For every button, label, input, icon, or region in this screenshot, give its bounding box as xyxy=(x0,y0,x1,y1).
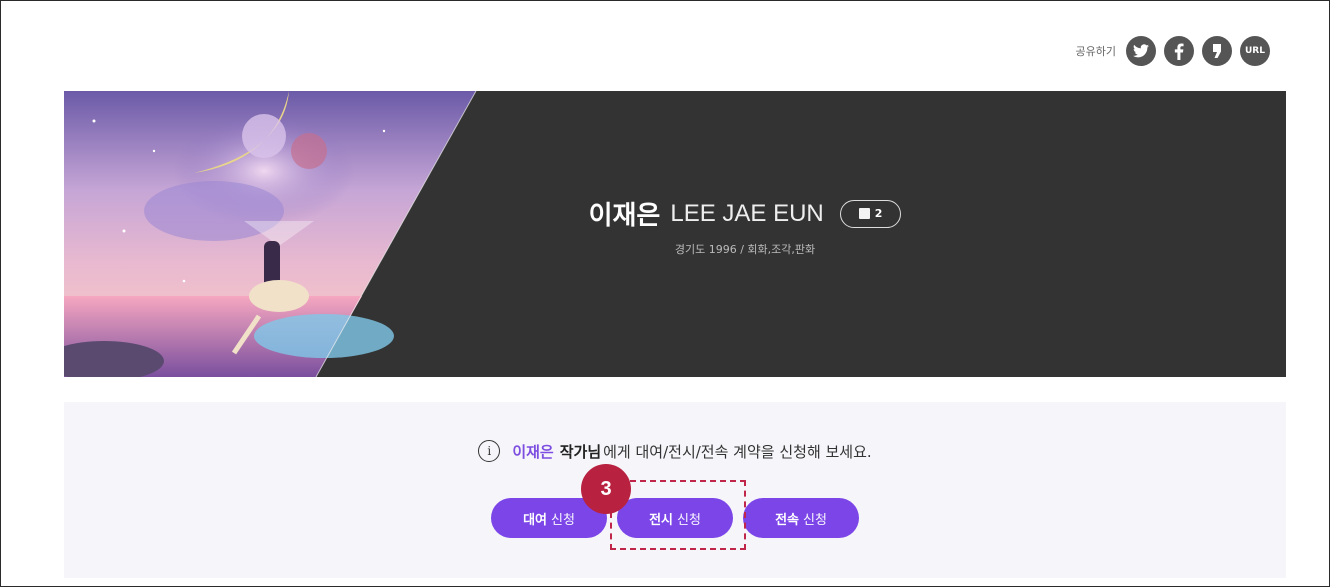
share-label: 공유하기 xyxy=(1075,45,1116,58)
twitter-icon xyxy=(1133,44,1149,58)
notice-artist-title: 작가님 xyxy=(559,442,602,461)
artwork-icon xyxy=(858,208,870,219)
rent-label: 신청 xyxy=(551,511,575,527)
kakaostory-icon xyxy=(1213,44,1221,58)
twitter-share-button[interactable] xyxy=(1126,36,1156,66)
notice-message: 에게 대여/전시/전속 계약을 신청해 보세요. xyxy=(603,442,872,461)
share-bar: 공유하기 URL xyxy=(1076,36,1270,66)
exclusive-label-bold: 전속 xyxy=(775,511,799,527)
facebook-share-button[interactable] xyxy=(1164,36,1194,66)
artist-artwork-image xyxy=(64,91,477,377)
artist-name-korean: 이재은 xyxy=(588,201,661,231)
artist-name-english: LEE JAE EUN xyxy=(670,199,824,227)
contract-notice: i 이재은 작가님 에게 대여/전시/전속 계약을 신청해 보세요. xyxy=(64,440,1286,462)
info-icon: i xyxy=(478,440,501,462)
annotation-step-badge: 3 xyxy=(581,464,631,514)
artist-meta: 경기도 1996 / 회화,조각,판화 xyxy=(674,243,816,256)
notice-artist-name: 이재은 xyxy=(512,442,554,461)
rent-label-bold: 대여 xyxy=(523,511,547,527)
url-icon: URL xyxy=(1245,46,1265,56)
kakaostory-share-button[interactable] xyxy=(1202,36,1232,66)
exclusive-request-button[interactable]: 전속 신청 xyxy=(743,498,859,538)
works-count-badge[interactable]: 2 xyxy=(839,199,902,228)
facebook-icon xyxy=(1174,42,1184,60)
url-share-button[interactable]: URL xyxy=(1240,36,1270,66)
works-count: 2 xyxy=(874,207,883,220)
artist-banner: 이재은 LEE JAE EUN 2 경기도 1996 / 회화,조각,판화 xyxy=(64,91,1286,377)
exclusive-label: 신청 xyxy=(803,511,827,527)
